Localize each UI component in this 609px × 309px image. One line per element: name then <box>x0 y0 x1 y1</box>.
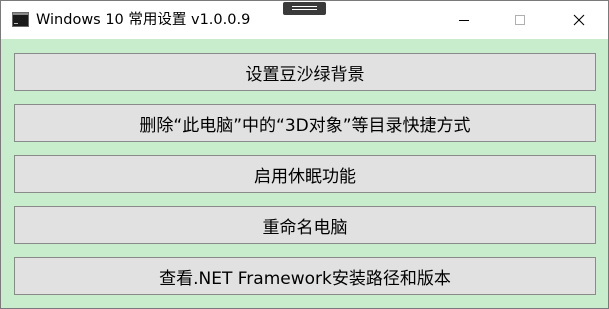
close-button[interactable] <box>556 1 602 39</box>
maximize-icon <box>514 14 526 26</box>
view-dotnet-versions-button[interactable]: 查看.NET Framework安装路径和版本 <box>14 257 596 295</box>
close-icon <box>573 14 585 26</box>
console-app-icon <box>12 12 29 27</box>
maximize-button[interactable] <box>497 1 543 39</box>
grip-line-icon <box>292 6 317 7</box>
remove-folder-shortcuts-button[interactable]: 删除“此电脑”中的“3D对象”等目录快捷方式 <box>14 104 596 142</box>
main-content: 设置豆沙绿背景 删除“此电脑”中的“3D对象”等目录快捷方式 启用休眠功能 重命… <box>1 39 608 308</box>
rename-computer-button[interactable]: 重命名电脑 <box>14 206 596 244</box>
minimize-icon <box>458 14 470 26</box>
enable-hibernation-button[interactable]: 启用休眠功能 <box>14 155 596 193</box>
drag-handle[interactable] <box>283 2 326 15</box>
minimize-button[interactable] <box>441 1 487 39</box>
app-window: Windows 10 常用设置 v1.0.0.9 设置豆沙绿背景 删除“此电脑”… <box>0 0 609 309</box>
title-bar[interactable]: Windows 10 常用设置 v1.0.0.9 <box>1 1 608 39</box>
grip-line-icon <box>292 9 317 10</box>
window-title: Windows 10 常用设置 v1.0.0.9 <box>36 12 251 28</box>
set-green-background-button[interactable]: 设置豆沙绿背景 <box>14 53 596 91</box>
